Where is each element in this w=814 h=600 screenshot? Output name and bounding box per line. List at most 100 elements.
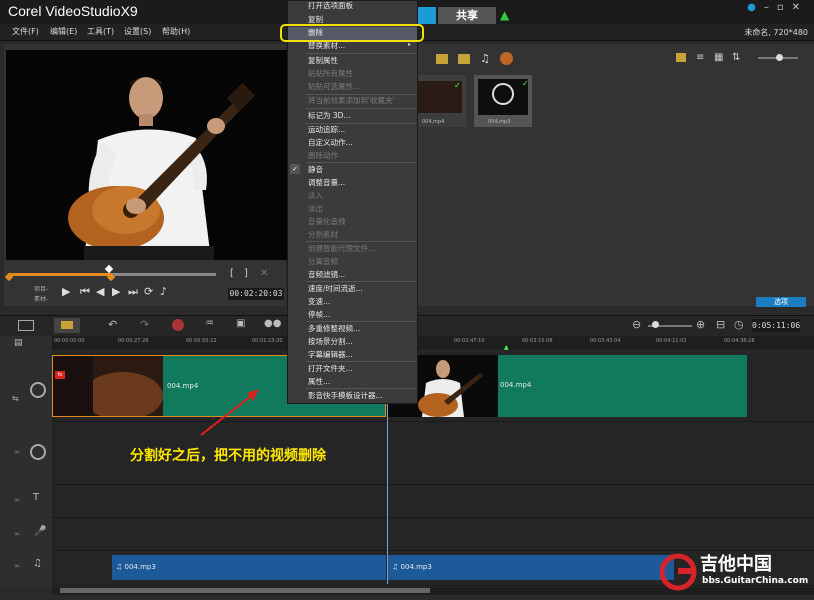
track-link-icon[interactable]: ∞: [14, 496, 20, 504]
context-menu-item[interactable]: 打开选项面板: [288, 0, 417, 12]
timeline-timecode[interactable]: 0:05:11:06: [752, 319, 800, 332]
context-menu-item[interactable]: 淡出: [288, 203, 417, 215]
menu-settings[interactable]: 设置(S): [124, 26, 151, 37]
window-controls[interactable]: ●–▫✕: [747, 2, 808, 13]
context-menu-item[interactable]: 分离音频: [288, 256, 417, 268]
title-track: [52, 485, 814, 518]
track-link-icon[interactable]: ∞: [14, 530, 20, 538]
audio-clip[interactable]: ♫ 004.mp3: [112, 555, 386, 580]
audio-clip[interactable]: ♫ 004.mp3: [388, 555, 674, 580]
storyboard-view-icon[interactable]: [18, 320, 34, 331]
context-menu-item[interactable]: 自定义动作...: [288, 137, 417, 149]
play-icon[interactable]: ▶: [62, 285, 70, 298]
title-track-icon[interactable]: T: [33, 492, 39, 503]
menu-edit[interactable]: 编辑(E): [50, 26, 77, 37]
next-frame-icon[interactable]: ▶: [112, 285, 120, 298]
scrubber-progress: [8, 273, 111, 276]
context-menu-item[interactable]: 创建智能代理文件...: [288, 243, 417, 255]
context-menu-item[interactable]: 字幕编辑器...: [288, 349, 417, 361]
context-menu-item[interactable]: 音频滤镜...: [288, 269, 417, 281]
undo-icon[interactable]: ↶: [108, 318, 117, 331]
ripple-edit-icon[interactable]: ⇆: [12, 394, 19, 403]
context-menu-item[interactable]: 标记为 3D...: [288, 110, 417, 122]
redo-icon[interactable]: ↷: [140, 318, 149, 331]
watermark-url: bbs.GuitarChina.com: [702, 576, 809, 586]
track-manager-icon[interactable]: ▤: [14, 338, 23, 348]
cut-icon[interactable]: ✕: [260, 268, 268, 279]
upload-arrow-icon[interactable]: ▲: [500, 9, 512, 21]
mark-in-icon[interactable]: [: [230, 268, 234, 279]
sort-icon[interactable]: ⇅: [732, 52, 740, 63]
library-thumbnail-video[interactable]: ✓ 004.mp4: [414, 75, 466, 127]
overlay-track-icon[interactable]: [30, 444, 46, 460]
media-filter-video-icon[interactable]: [436, 54, 448, 64]
ruler-tick: 00:03:43:04: [590, 338, 621, 344]
library-thumbnail-audio[interactable]: ✓ 004.mp3: [474, 75, 532, 127]
context-menu-item[interactable]: 将当前效果添加到'收藏夹': [288, 95, 417, 107]
fit-project-icon[interactable]: ⊟: [716, 318, 725, 331]
context-menu-item[interactable]: 复制属性: [288, 55, 417, 67]
context-menu-item[interactable]: 静音: [288, 164, 417, 176]
sound-mixer-icon[interactable]: ♒: [205, 318, 214, 329]
media-filter-audio-icon[interactable]: ♫: [480, 52, 490, 65]
track-link-icon[interactable]: ∞: [14, 448, 20, 456]
close-icon[interactable]: ✕: [792, 2, 808, 13]
context-menu-item[interactable]: 粘贴可选属性...: [288, 81, 417, 93]
context-menu-item[interactable]: 速度/时间流逝...: [288, 283, 417, 295]
minimize-icon[interactable]: –: [764, 2, 777, 13]
track-link-icon[interactable]: ∞: [14, 562, 20, 570]
menu-tools[interactable]: 工具(T): [87, 26, 114, 37]
media-filter-photo-icon[interactable]: [458, 54, 470, 64]
submenu-arrow-icon: ▸: [408, 41, 412, 48]
context-menu-item[interactable]: 运动追踪...: [288, 124, 417, 136]
menu-help[interactable]: 帮助(H): [162, 26, 190, 37]
context-menu-item[interactable]: 按场景分割...: [288, 336, 417, 348]
duration-clock-icon[interactable]: ◷: [734, 318, 744, 331]
music-track-icon[interactable]: ♫: [33, 558, 42, 569]
video-track-icon[interactable]: [30, 382, 46, 398]
mark-out-icon[interactable]: ]: [244, 268, 248, 279]
grid-view-icon[interactable]: ▦: [714, 52, 723, 63]
maximize-icon[interactable]: ▫: [777, 2, 792, 13]
context-menu-item[interactable]: 音量化音频: [288, 216, 417, 228]
context-menu-item[interactable]: 影音快手模板设计器...: [288, 390, 417, 402]
timeline-view-icon[interactable]: [54, 318, 80, 333]
repeat-icon[interactable]: ⟳: [144, 285, 153, 298]
home-icon[interactable]: ⏮: [80, 285, 90, 299]
context-menu-item[interactable]: 淡入: [288, 190, 417, 202]
check-icon: ✓: [522, 79, 529, 88]
help-icon[interactable]: ●: [747, 2, 764, 13]
end-icon[interactable]: ⏭: [128, 285, 138, 299]
context-menu-item[interactable]: 调整音量...: [288, 177, 417, 189]
context-menu-item[interactable]: 属性...: [288, 376, 417, 388]
voice-track-icon[interactable]: 🎤: [34, 526, 46, 537]
annotation-text: 分割好之后，把不用的视频删除: [130, 448, 326, 464]
timeline-scrollbar-thumb[interactable]: [60, 588, 430, 593]
timeline-ruler[interactable]: 00:00:00:00 00:00:27:26 00:00:55:22 00:0…: [52, 336, 814, 351]
volume-icon[interactable]: ♪: [160, 285, 167, 298]
context-menu-item[interactable]: 粘贴所有属性: [288, 68, 417, 80]
prev-frame-icon[interactable]: ◀: [96, 285, 104, 298]
options-button[interactable]: 选项: [756, 297, 806, 307]
context-menu-item[interactable]: 打开文件夹...: [288, 363, 417, 375]
thumbnail-view-icon[interactable]: [676, 53, 686, 62]
menu-file[interactable]: 文件(F): [12, 26, 39, 37]
zoom-slider-handle[interactable]: [652, 321, 659, 328]
motion-track-icon[interactable]: ●●: [264, 318, 281, 329]
tab-share[interactable]: 共享: [438, 7, 496, 24]
zoom-in-icon[interactable]: ⊕: [696, 318, 705, 331]
context-menu-item[interactable]: 多重修整视频...: [288, 323, 417, 335]
media-filter-other-icon[interactable]: [500, 52, 513, 65]
context-menu-item[interactable]: 分割素材: [288, 229, 417, 241]
list-view-icon[interactable]: ≡: [696, 52, 704, 63]
context-menu-item[interactable]: 变速...: [288, 296, 417, 308]
thumbnail-size-handle[interactable]: [776, 54, 783, 61]
context-menu-item[interactable]: 停帧...: [288, 309, 417, 321]
zoom-out-icon[interactable]: ⊖: [632, 318, 641, 331]
preview-timecode[interactable]: 00:02:20:03: [228, 288, 284, 300]
record-capture-icon[interactable]: [172, 319, 184, 331]
highlight-annotation: [280, 24, 424, 42]
marker-icon[interactable]: ▲: [504, 344, 509, 351]
context-menu-item[interactable]: 删除动作: [288, 150, 417, 162]
auto-music-icon[interactable]: ▣: [236, 318, 245, 329]
